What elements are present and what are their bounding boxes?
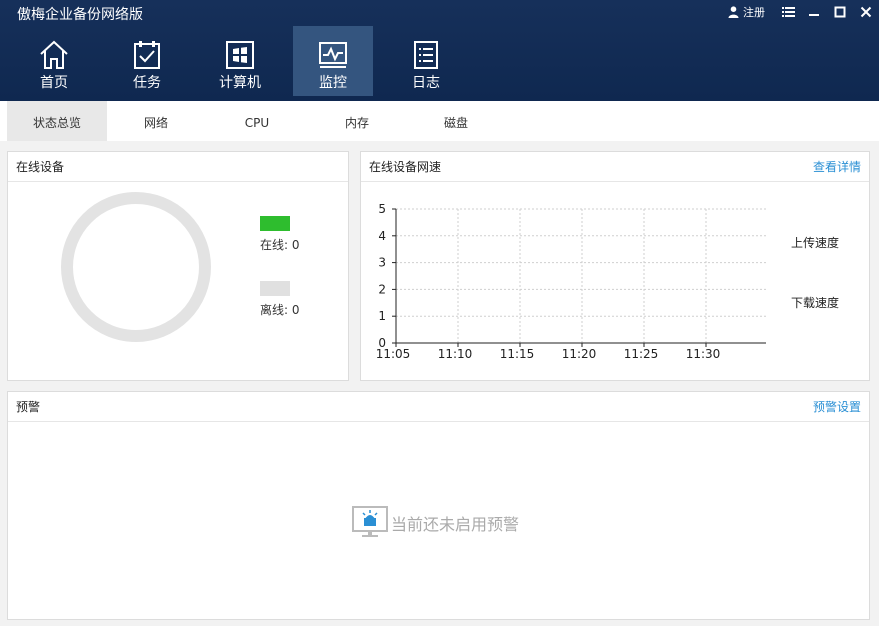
y-tick-label: 3 bbox=[378, 256, 386, 270]
main-nav: 首页 任务 计算机 监控 日志 bbox=[14, 26, 479, 96]
menu-button[interactable] bbox=[775, 0, 801, 24]
alert-title: 预警 bbox=[16, 400, 41, 414]
tab-disk[interactable]: 磁盘 bbox=[428, 101, 484, 141]
close-button[interactable] bbox=[853, 0, 879, 24]
monitor-subtabs: 状态总览 网络 CPU 内存 磁盘 bbox=[0, 101, 879, 141]
x-tick-label: 11:15 bbox=[500, 347, 535, 361]
nav-computer[interactable]: 计算机 bbox=[200, 26, 280, 96]
download-speed-label: 下载速度 bbox=[791, 296, 840, 310]
minimize-icon bbox=[809, 14, 819, 16]
upload-speed-label: 上传速度 bbox=[791, 236, 840, 250]
x-tick-label: 11:10 bbox=[438, 347, 473, 361]
tab-network[interactable]: 网络 bbox=[128, 101, 184, 141]
y-tick-label: 5 bbox=[378, 202, 386, 216]
user-icon bbox=[728, 6, 739, 18]
computer-icon bbox=[226, 41, 254, 69]
title-bar: 傲梅企业备份网络版 注册 首页 任务 计算机 监控 日志 bbox=[0, 0, 879, 101]
online-count: 在线: 0 bbox=[260, 238, 300, 252]
nav-log-label: 日志 bbox=[412, 75, 440, 91]
alert-empty-message: 当前还未启用预警 bbox=[391, 515, 520, 534]
nav-task-label: 任务 bbox=[133, 75, 161, 91]
nav-monitor-label: 监控 bbox=[319, 75, 347, 91]
nav-computer-label: 计算机 bbox=[219, 75, 261, 91]
tab-memory[interactable]: 内存 bbox=[329, 101, 385, 141]
y-tick-label: 4 bbox=[378, 229, 386, 243]
alert-panel: 预警 预警设置 bbox=[7, 391, 870, 620]
tab-cpu[interactable]: CPU bbox=[229, 101, 285, 141]
network-speed-title: 在线设备网速 bbox=[369, 160, 442, 174]
online-devices-panel: 在线设备 在线: 0 离线: 0 bbox=[7, 151, 349, 381]
login-label: 注册 bbox=[743, 6, 765, 19]
nav-log[interactable]: 日志 bbox=[386, 26, 466, 96]
alert-header: 预警 预警设置 bbox=[8, 392, 869, 422]
y-tick-label: 2 bbox=[378, 282, 386, 296]
nav-monitor[interactable]: 监控 bbox=[293, 26, 373, 96]
window-controls: 注册 bbox=[728, 0, 879, 24]
home-icon bbox=[40, 40, 68, 69]
app-title: 傲梅企业备份网络版 bbox=[17, 7, 143, 23]
task-icon bbox=[134, 41, 160, 69]
x-tick-label: 11:30 bbox=[686, 347, 721, 361]
maximize-button[interactable] bbox=[827, 0, 853, 24]
minimize-button[interactable] bbox=[801, 0, 827, 24]
tab-status-overview[interactable]: 状态总览 bbox=[7, 101, 107, 141]
offline-legend-swatch bbox=[260, 281, 290, 296]
online-devices-title: 在线设备 bbox=[16, 160, 65, 174]
view-details-link[interactable]: 查看详情 bbox=[813, 158, 861, 175]
log-icon bbox=[414, 41, 438, 69]
x-tick-label: 11:05 bbox=[376, 347, 411, 361]
nav-home-label: 首页 bbox=[40, 75, 68, 91]
nav-task[interactable]: 任务 bbox=[107, 26, 187, 96]
network-speed-chart: 01234511:05 11:10 11:15 11:20 11:25 11:30 bbox=[376, 202, 766, 361]
maximize-icon bbox=[834, 6, 846, 18]
x-tick-label: 11:25 bbox=[624, 347, 659, 361]
monitor-icon bbox=[319, 42, 347, 68]
nav-home[interactable]: 首页 bbox=[14, 26, 94, 96]
login-button[interactable]: 注册 bbox=[728, 4, 765, 20]
menu-icon bbox=[781, 7, 795, 17]
network-speed-header: 在线设备网速 查看详情 bbox=[361, 152, 869, 182]
alarm-monitor-icon bbox=[352, 506, 388, 537]
close-icon bbox=[860, 6, 872, 18]
x-tick-label: 11:20 bbox=[562, 347, 597, 361]
network-speed-panel: 在线设备网速 查看详情 0 1 2 3 4 5 11:05 11:10 11:15 11:20 11… bbox=[360, 151, 870, 381]
alert-settings-link[interactable]: 预警设置 bbox=[813, 398, 861, 415]
online-devices-header: 在线设备 bbox=[8, 152, 348, 182]
y-tick-label: 1 bbox=[378, 309, 386, 323]
online-legend-swatch bbox=[260, 216, 290, 231]
offline-count: 离线: 0 bbox=[260, 303, 300, 317]
device-status-ring bbox=[61, 192, 211, 342]
